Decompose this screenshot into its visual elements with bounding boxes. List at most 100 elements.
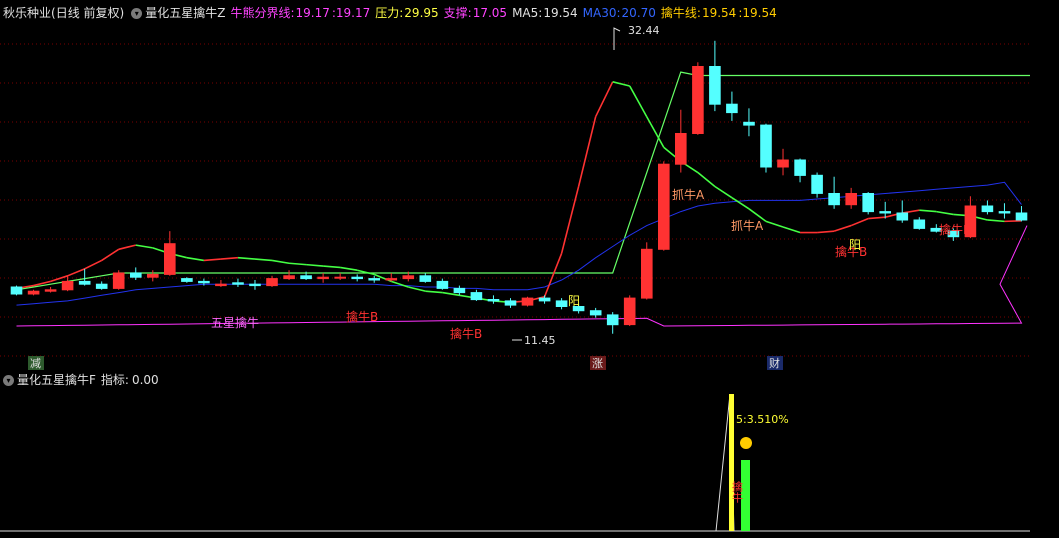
candle-body: [61, 280, 74, 291]
candle-body: [726, 103, 738, 114]
candle-body: [743, 121, 755, 126]
grid-lines: [0, 43, 1030, 357]
ma5-segment: [731, 196, 750, 210]
candle-body: [249, 283, 261, 287]
zhuaniu-label-2: 抓牛A: [731, 218, 764, 233]
candle-body: [402, 275, 415, 280]
jian-label: 减: [30, 357, 41, 370]
candlestick-chart[interactable]: 32.44 11.45 五星擒牛 擒牛B 擒牛B 擒牛B 擒牛B 抓牛A 抓牛A…: [0, 22, 1059, 370]
ma5-segment: [408, 286, 426, 292]
candle-body: [998, 211, 1011, 214]
ma5-segment: [254, 258, 273, 262]
candle-body: [317, 276, 329, 280]
candle-body: [419, 275, 432, 282]
ma5-segment: [323, 265, 341, 269]
candle-body: [147, 273, 159, 278]
yang-label-2: 阳: [849, 238, 861, 252]
ma5-segment: [612, 81, 630, 87]
candle-body: [300, 275, 312, 280]
vertical-text: 擒牛: [731, 480, 744, 504]
qinniu-b-label-4: 擒牛B: [939, 222, 971, 237]
ma30-label: MA30:: [582, 6, 621, 20]
ma5-segment: [84, 259, 103, 270]
ma5-segment: [765, 220, 784, 228]
candle-body: [981, 205, 994, 213]
ma5-segment: [135, 244, 153, 249]
candle-body: [27, 290, 40, 295]
candle-body: [709, 66, 721, 105]
ma5-segment: [714, 185, 733, 199]
ma5-segment: [629, 85, 648, 118]
qinniu-line-label: 擒牛线:: [660, 6, 701, 20]
ma5-segment: [101, 248, 120, 262]
ma30-value: 20.70: [621, 6, 656, 20]
candle-body: [487, 299, 500, 302]
candle-body: [470, 292, 483, 301]
candle-body: [641, 248, 653, 299]
ma5-segment: [850, 217, 869, 227]
pressure-value: 29.95: [404, 6, 439, 20]
zhang-label: 涨: [592, 357, 603, 370]
candle-body: [879, 211, 892, 214]
dropdown-chevron-icon[interactable]: ▾: [131, 7, 143, 19]
candle-body: [675, 133, 687, 165]
stock-name: 秋乐种业: [3, 6, 52, 20]
candle-body: [198, 280, 210, 284]
candle-body: [828, 193, 840, 206]
main-indicator-header: 秋乐种业 (日线 前复权) ▾ 量化五星擒牛Z 牛熊分界线: 19.17 :19…: [0, 4, 777, 22]
face-icon: [740, 437, 752, 449]
ma5-segment: [271, 259, 290, 265]
ma5-segment: [646, 116, 665, 148]
candle-body: [10, 286, 23, 295]
high-pointer: [613, 27, 621, 50]
candle-body: [215, 283, 227, 287]
ma5-segment: [697, 171, 716, 188]
ma5-segment: [50, 275, 68, 283]
candle-body: [692, 66, 704, 134]
ma5-segment: [220, 256, 239, 260]
bull-bear-value: 19.17: [295, 6, 330, 20]
ma5-segment: [356, 269, 375, 276]
ma5-segment: [543, 253, 563, 298]
ma5-segment: [306, 263, 324, 267]
candle-body: [112, 272, 125, 289]
zhuaniu-label-1: 抓牛A: [672, 187, 705, 202]
dropdown-chevron-icon-2[interactable]: ▾: [3, 374, 14, 386]
bull-bear-value-2: :19.17: [331, 6, 371, 20]
candle-body: [845, 193, 858, 206]
ma5-segment: [782, 226, 801, 234]
yellow-bar: [729, 394, 734, 531]
candle-body: [1015, 212, 1028, 221]
low-price-label: 11.45: [524, 334, 556, 347]
qinniu-line-value: 19.54: [701, 6, 737, 20]
candle-body: [436, 280, 449, 289]
yang-label-1: 阳: [568, 294, 580, 308]
candle-body: [164, 243, 176, 275]
ma5-segment: [425, 290, 443, 294]
ma5-segment: [560, 186, 580, 254]
percent-label: 5:3.510%: [736, 413, 789, 426]
support-value: 17.05: [472, 6, 508, 20]
ma5-segment: [118, 244, 136, 251]
sub-indicator-chart[interactable]: 5:3.510% 擒牛: [0, 386, 1059, 538]
qinniu-b-label-1: 擒牛B: [346, 309, 378, 324]
ma5-segment: [237, 256, 256, 260]
candle-body: [760, 124, 772, 168]
candle-body: [521, 297, 534, 306]
candle-body: [283, 275, 295, 280]
candle-body: [794, 159, 806, 176]
ma5-segment: [1004, 220, 1022, 223]
pink-support-path: [16, 225, 1028, 327]
qinniu-line-value-2: :19.54: [738, 6, 777, 20]
ma5-segment: [577, 116, 597, 187]
candle-body: [777, 159, 789, 168]
high-price-label: 32.44: [628, 24, 660, 37]
candle-body: [862, 193, 875, 213]
ma5-segment: [868, 216, 886, 220]
candle-body: [555, 300, 568, 307]
indicator-name[interactable]: 量化五星擒牛Z: [145, 4, 225, 22]
candle-body: [95, 283, 108, 289]
candle-body: [232, 282, 244, 285]
candle-body: [538, 297, 551, 302]
candle-body: [44, 289, 57, 292]
